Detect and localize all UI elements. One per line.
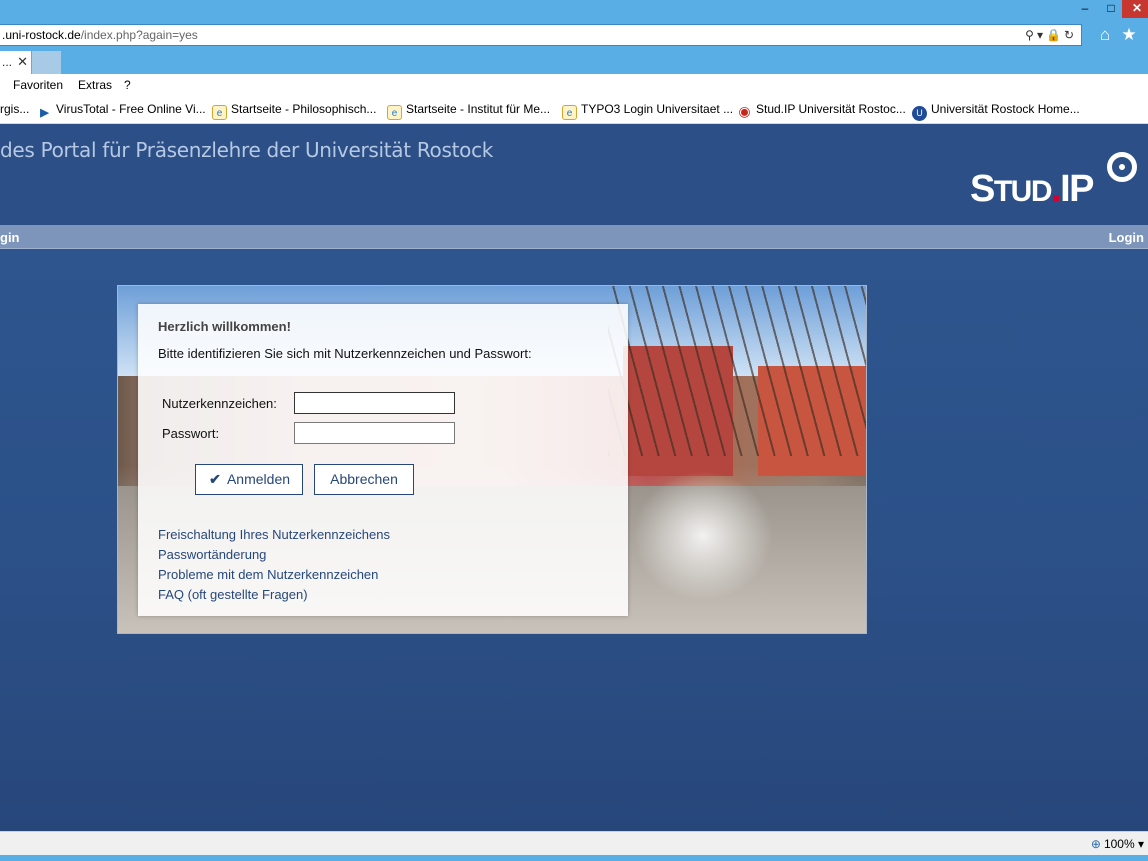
username-label: Nutzerkennzeichen: — [162, 396, 277, 411]
refresh-icon[interactable]: ↻ — [1064, 28, 1077, 42]
cancel-button[interactable]: Abbrechen — [314, 464, 414, 495]
dropdown-icon[interactable]: ▾ — [1037, 28, 1046, 42]
logo-text: STUD.IP — [970, 168, 1094, 210]
favorite-link-virustotal[interactable]: ▶ VirusTotal - Free Online Vi... — [37, 102, 206, 121]
nav-login-link[interactable]: Login — [1109, 230, 1144, 245]
ie-page-icon: e — [212, 105, 227, 120]
checkmark-icon: ✔ — [209, 471, 221, 487]
ie-page-icon: e — [387, 105, 402, 120]
address-row: .uni-rostock.de/index.php?again=yes ⚲▾🔒↻… — [0, 22, 1148, 48]
favorite-label: TYPO3 Login Universitaet ... — [581, 102, 734, 116]
welcome-heading: Herzlich willkommen! — [158, 319, 291, 334]
zoom-icon: ⊕ — [1090, 837, 1101, 851]
favorite-link-studip[interactable]: ◉ Stud.IP Universität Rostoc... — [737, 102, 906, 119]
studip-icon: ◉ — [738, 103, 751, 119]
address-host: .uni-rostock.de — [2, 28, 81, 42]
minimize-button[interactable]: – — [1072, 0, 1098, 18]
photo-fountain — [633, 471, 773, 601]
favorite-link-institut[interactable]: e Startseite - Institut für Me... — [387, 102, 550, 120]
favorite-label: Universität Rostock Home... — [931, 102, 1080, 116]
username-input[interactable] — [294, 392, 455, 414]
lock-icon[interactable]: 🔒 — [1046, 28, 1064, 42]
favorites-bar: rgis... ▶ VirusTotal - Free Online Vi... … — [0, 96, 1148, 124]
favorite-link-1[interactable]: rgis... — [0, 102, 29, 116]
favorite-link-philosophisch[interactable]: e Startseite - Philosophisch... — [212, 102, 376, 120]
close-window-button[interactable]: ✕ — [1122, 0, 1148, 18]
favorite-link-uni-rostock[interactable]: U Universität Rostock Home... — [912, 102, 1080, 121]
menu-help[interactable]: ? — [124, 78, 131, 92]
address-path: /index.php?again=yes — [80, 28, 198, 42]
maximize-button[interactable]: □ — [1098, 0, 1124, 18]
nav-strip: gin Login — [0, 225, 1148, 249]
favorite-label: rgis... — [0, 102, 30, 116]
taskbar-strip — [0, 855, 1148, 861]
link-account-problems[interactable]: Probleme mit dem Nutzerkennzeichen — [158, 567, 378, 582]
address-bar-icons: ⚲▾🔒↻ — [1025, 25, 1077, 45]
home-icon[interactable]: ⌂ — [1094, 24, 1116, 46]
favorite-label: Startseite - Institut für Me... — [406, 102, 551, 116]
site-header: des Portal für Präsenzlehre der Universi… — [0, 124, 1148, 225]
photo-trees — [608, 286, 866, 456]
site-title: des Portal für Präsenzlehre der Universi… — [0, 138, 494, 162]
link-faq[interactable]: FAQ (oft gestellte Fragen) — [158, 587, 308, 602]
address-bar[interactable]: .uni-rostock.de/index.php?again=yes ⚲▾🔒↻ — [0, 24, 1082, 46]
tab-label: ... — [2, 55, 13, 69]
nav-login-left[interactable]: gin — [0, 230, 20, 245]
favorite-link-typo3[interactable]: e TYPO3 Login Universitaet ... — [562, 102, 733, 120]
login-button-label: Anmelden — [226, 471, 291, 487]
ie-page-icon: e — [562, 105, 577, 120]
password-label: Passwort: — [162, 426, 220, 441]
new-tab-button[interactable] — [32, 51, 61, 74]
search-icon[interactable]: ⚲ — [1025, 28, 1037, 42]
login-instruction: Bitte identifizieren Sie sich mit Nutzer… — [158, 346, 532, 361]
menu-bar: Favoriten Extras ? — [0, 74, 1148, 96]
browser-tab[interactable]: ... ✕ — [0, 51, 31, 74]
background-photo: Herzlich willkommen! Bitte identifiziere… — [117, 285, 867, 634]
password-input[interactable] — [294, 422, 455, 444]
favorite-label: Stud.IP Universität Rostoc... — [756, 102, 906, 116]
favorite-label: VirusTotal - Free Online Vi... — [56, 102, 206, 116]
menu-extras[interactable]: Extras — [78, 78, 112, 92]
link-password-change[interactable]: Passwortänderung — [158, 547, 266, 562]
menu-favoriten[interactable]: Favoriten — [13, 78, 63, 92]
virustotal-icon: ▶ — [40, 107, 49, 119]
tab-close-icon[interactable]: ✕ — [17, 51, 28, 73]
tab-row: ... ✕ — [0, 48, 1148, 74]
zoom-control[interactable]: ⊕ 100% ▾ — [1091, 837, 1144, 851]
page-content: des Portal für Präsenzlehre der Universi… — [0, 124, 1148, 831]
browser-titlebar: – □ ✕ — [0, 0, 1148, 22]
zoom-level: 100% — [1103, 837, 1135, 851]
login-button[interactable]: ✔ Anmelden — [195, 464, 303, 495]
favorite-label: Startseite - Philosophisch... — [231, 102, 377, 116]
studip-logo[interactable]: STUD.IP — [970, 152, 1140, 214]
uni-rostock-icon: U — [912, 106, 927, 121]
logo-ring-icon — [1107, 152, 1137, 182]
login-panel: Herzlich willkommen! Bitte identifiziere… — [138, 304, 628, 616]
favorites-star-icon[interactable]: ★ — [1118, 24, 1140, 46]
status-bar: ⊕ 100% ▾ — [0, 831, 1148, 855]
link-activation[interactable]: Freischaltung Ihres Nutzerkennzeichens — [158, 527, 390, 542]
